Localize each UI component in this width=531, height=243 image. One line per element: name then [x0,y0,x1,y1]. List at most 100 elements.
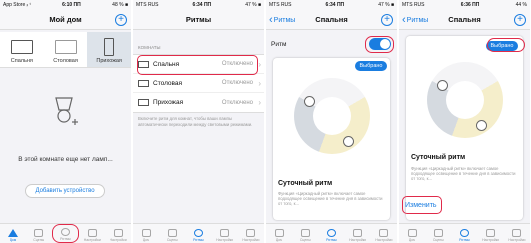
highlight-box [365,36,394,53]
tab-bar: Дом Сцены Ритмы Настройки Настройки [133,223,264,243]
tab-home[interactable]: Дом [0,224,26,243]
door-icon [104,38,115,56]
tab-home[interactable]: Дом [399,224,425,243]
settings-icon [486,229,496,237]
tab-rhythms[interactable]: Ритмы [51,224,80,243]
clock: 6:34 ПП [325,2,345,8]
status-bar: App Store ᵢₗ ᵗ 6:10 ПП 48 % ■ [0,0,131,10]
tab-scenes[interactable]: Сцены [26,224,52,243]
table-icon [138,79,149,87]
home-icon [274,229,284,237]
tab-settings-1[interactable]: Настройки [478,224,504,243]
chevron-right-icon: › [258,98,261,107]
tab-settings-2[interactable]: Настройки [371,224,397,243]
tab-scenes[interactable]: Сцены [425,224,451,243]
page-title: Спальня [315,15,348,24]
toggle-label: Ритм [271,40,287,48]
scenes-icon [433,229,443,237]
tab-bar: Дом Сцены Ритмы Настройки Настройки [399,223,530,243]
settings-icon [87,229,97,237]
home-icon [7,229,18,237]
status-bar: MTS RUS 6:34 ПП 47 % ■ [133,0,264,10]
back-button[interactable]: ‹ Ритмы [402,10,428,30]
tab-settings-1[interactable]: Настройки [212,224,238,243]
bulb-plus-icon [52,96,80,132]
tab-bar: Дом Сцены Ритмы Настройки Настройки [0,223,131,243]
settings-icon [353,229,363,237]
scenes-icon [167,229,177,237]
settings-icon [220,229,230,237]
battery: 47 % ■ [378,2,394,8]
tab-home[interactable]: Дом [133,224,159,243]
clock: 6:36 ПП [460,2,480,8]
settings-icon [246,229,256,237]
back-button[interactable]: ‹ Ритмы [269,10,295,30]
tab-settings-2[interactable]: Настройки [238,224,264,243]
add-icon[interactable]: + [514,14,526,26]
rhythm-icon [460,229,469,237]
page-title: Мой дом [49,15,82,24]
home-icon [407,229,417,237]
tab-bar: Дом Сцены Ритмы Настройки Настройки [266,223,397,243]
rhythm-card[interactable]: Выбрано Суточный ритм Функция «Циркадный… [273,58,390,220]
add-device-button[interactable]: Добавить устройство [25,184,105,198]
add-icon[interactable]: + [115,14,127,26]
table-icon [54,40,77,54]
rhythm-dial [293,78,370,154]
screen-bedroom-rhythm-selected: MTS RUS 6:36 ПП 44 % ‹ Ритмы Спальня + Вы… [399,0,530,243]
chevron-left-icon: ‹ [269,13,273,26]
rhythm-icon [327,229,336,237]
room-tab-hallway[interactable]: Прихожая [87,32,131,67]
battery: 48 % ■ [112,2,128,8]
rhythm-card[interactable]: Выбрано Суточный ритм Функция «Циркадный… [406,36,523,220]
settings-icon [379,229,389,237]
room-tab-dining[interactable]: Столовая [44,32,88,67]
status-bar: MTS RUS 6:34 ПП 47 % ■ [266,0,397,10]
status-bar: MTS RUS 6:36 ПП 44 % [399,0,530,10]
page-title: Ритмы [185,15,212,24]
tab-scenes[interactable]: Сцены [159,224,185,243]
battery: 47 % ■ [245,2,261,8]
room-status: Отключено [221,80,253,86]
rhythm-icon [194,229,203,237]
tab-rhythms[interactable]: Ритмы [185,224,211,243]
tab-settings-2[interactable]: Настройки [105,224,131,243]
page-title: Спальня [448,15,481,24]
screen-rhythms: MTS RUS 6:34 ПП 47 % ■ Ритмы КОМНАТЫ Спа… [133,0,264,243]
section-label: КОМНАТЫ [138,45,161,50]
screen-my-home: App Store ᵢₗ ᵗ 6:10 ПП 48 % ■ Мой дом + … [0,0,131,243]
carrier: App Store ᵢₗ ᵗ [3,2,31,8]
room-row-dining[interactable]: Столовая Отключено › [133,74,264,93]
tab-home[interactable]: Дом [266,224,292,243]
rhythm-note: Включите ритм для комнат, чтобы ваши лам… [138,116,253,127]
highlight-box [402,196,442,214]
chevron-right-icon: › [258,78,261,88]
nav-bar: Ритмы [133,10,264,30]
scenes-icon [34,229,44,237]
door-icon [138,99,149,106]
nav-bar: ‹ Ритмы Спальня + [399,10,530,30]
alarm-icon [303,96,315,107]
room-label: Столовая [53,58,78,64]
bed-icon [10,40,33,54]
tab-rhythms[interactable]: Ритмы [318,224,344,243]
add-icon[interactable]: + [381,14,393,26]
carrier: MTS RUS [136,2,159,8]
tab-settings-2[interactable]: Настройки [504,224,530,243]
room-tab-bedroom[interactable]: Спальня [0,32,44,67]
moon-icon [342,136,354,147]
room-row-hallway[interactable]: Прихожая Отключено › [133,93,264,112]
empty-state-text: В этой комнате еще нет ламп... [18,156,113,163]
nav-bar: Мой дом + [0,10,131,30]
nav-bar: ‹ Ритмы Спальня + [266,10,397,30]
tab-settings-1[interactable]: Настройки [79,224,105,243]
card-description: Функция «Циркадный ритм» включает самое … [411,166,516,182]
settings-icon [512,229,522,237]
room-selector: Спальня Столовая Прихожая [0,32,131,68]
tab-rhythms[interactable]: Ритмы [451,224,477,243]
tab-settings-1[interactable]: Настройки [345,224,371,243]
tab-scenes[interactable]: Сцены [292,224,318,243]
moon-icon [475,120,487,131]
alarm-icon [436,80,448,91]
rhythm-icon [60,228,70,236]
